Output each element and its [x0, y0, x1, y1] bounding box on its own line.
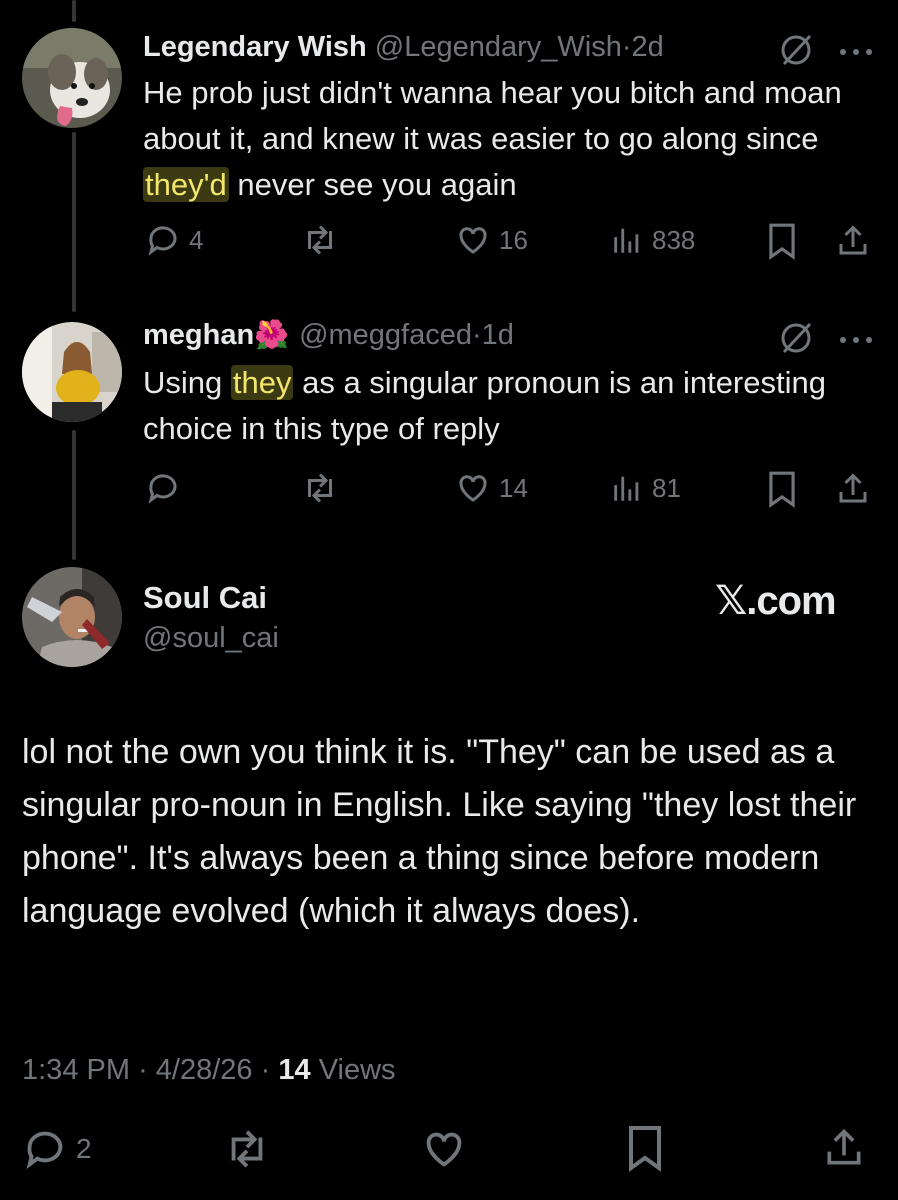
share-button[interactable]	[835, 222, 871, 265]
bookmark-button[interactable]	[766, 222, 798, 265]
avatar[interactable]	[22, 567, 122, 667]
view-count: 838	[652, 224, 696, 255]
thread-line-1	[72, 132, 76, 312]
thread-line-2	[72, 430, 76, 560]
timestamp[interactable]: 1d	[482, 319, 514, 351]
avatar[interactable]	[22, 28, 122, 128]
reply-icon	[148, 474, 177, 504]
tweet-text: Using they as a singular pronoun is an i…	[143, 360, 863, 452]
timestamp[interactable]: 2d	[632, 31, 664, 63]
tweet-header: Legendary Wish @Legendary_Wish·2d	[143, 30, 664, 64]
like-button[interactable]	[420, 1126, 468, 1177]
post-date[interactable]: 4/28/26	[156, 1054, 253, 1086]
share-button[interactable]	[835, 470, 871, 513]
thread-line-top	[72, 0, 76, 22]
like-count: 16	[499, 224, 528, 255]
tweet-text: lol not the own you think it is. "They" …	[22, 733, 857, 930]
separator: ·	[621, 31, 632, 63]
tweet-text: He prob just didn't wanna hear you bitch…	[143, 70, 863, 208]
display-name[interactable]: Soul Cai	[143, 580, 267, 616]
display-name[interactable]: meghan	[143, 319, 254, 351]
highlighted-word: they'd	[143, 167, 229, 202]
man-avatar-icon	[22, 567, 122, 667]
woman-avatar-icon	[22, 322, 122, 422]
bookmark-button[interactable]	[766, 470, 798, 513]
views-button[interactable]: 81	[610, 470, 681, 506]
handle[interactable]: @Legendary_Wish	[375, 31, 622, 63]
bookmark-icon	[629, 1126, 661, 1172]
heart-icon	[459, 227, 487, 254]
separator: ·	[260, 1054, 271, 1086]
repost-icon	[231, 1130, 263, 1168]
tweet-text-part: He prob just didn't wanna hear you bitch…	[143, 75, 842, 156]
views-icon	[614, 228, 639, 253]
reply-icon	[26, 1131, 63, 1170]
bookmark-button[interactable]	[625, 1124, 665, 1177]
highlighted-word: they	[230, 365, 294, 400]
share-button[interactable]	[822, 1124, 866, 1177]
post-time[interactable]: 1:34 PM	[22, 1054, 130, 1086]
grok-icon[interactable]	[776, 30, 816, 75]
dog-avatar-icon	[22, 28, 122, 128]
separator: ·	[138, 1054, 148, 1086]
tweet-header: meghan🌺 @meggfaced·1d	[143, 318, 514, 352]
reply-button[interactable]	[145, 470, 189, 506]
tweet-text-part: Using	[143, 365, 231, 400]
heart-icon	[459, 475, 487, 502]
xcom-brand: 𝕏.com	[715, 579, 837, 623]
bookmark-icon	[769, 223, 795, 260]
repost-button[interactable]	[300, 222, 340, 258]
reply-count: 4	[189, 224, 204, 255]
repost-button[interactable]	[222, 1126, 272, 1177]
grok-icon[interactable]	[776, 318, 816, 363]
like-count: 14	[499, 472, 528, 503]
more-icon[interactable]	[838, 44, 874, 62]
reply-icon	[148, 226, 177, 256]
share-icon	[839, 473, 867, 503]
heart-icon	[426, 1132, 462, 1167]
views-label: Views	[318, 1054, 396, 1086]
handle[interactable]: @soul_cai	[143, 622, 279, 655]
display-name[interactable]: Legendary Wish	[143, 31, 367, 63]
separator: ·	[472, 319, 482, 351]
handle[interactable]: @meggfaced	[299, 319, 472, 351]
bookmark-icon	[769, 471, 795, 508]
view-count: 81	[652, 472, 681, 503]
reply-button[interactable]: 2	[22, 1126, 92, 1172]
like-button[interactable]: 14	[455, 470, 528, 506]
share-icon	[839, 225, 867, 255]
repost-button[interactable]	[300, 470, 340, 506]
more-icon[interactable]	[838, 332, 874, 350]
avatar[interactable]	[22, 322, 122, 422]
like-button[interactable]: 16	[455, 222, 528, 258]
reply-button[interactable]: 4	[145, 222, 203, 258]
flower-emoji: 🌺	[254, 319, 290, 350]
reply-count: 2	[76, 1133, 92, 1164]
share-icon	[827, 1128, 861, 1165]
views-button[interactable]: 838	[610, 222, 695, 258]
views-count: 14	[278, 1054, 311, 1086]
repost-icon	[308, 225, 332, 255]
tweet-meta: 1:34 PM · 4/28/26 · 14 Views	[22, 1054, 396, 1087]
repost-icon	[308, 473, 332, 503]
tweet-text-part: never see you again	[228, 167, 517, 202]
views-icon	[614, 476, 639, 501]
